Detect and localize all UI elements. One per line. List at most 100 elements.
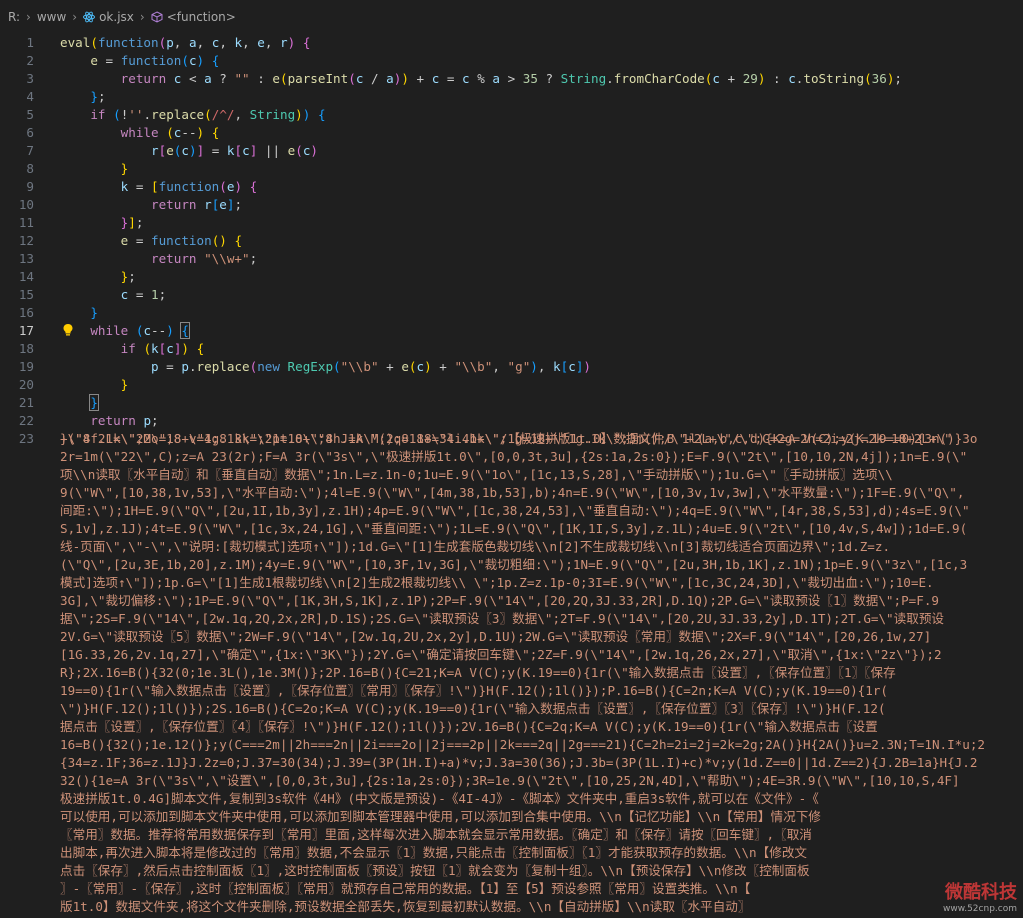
wrapped-line: +\"4f.1k\";2o=18+\"4g.1k\";2p=18+\"4h.1k… [60, 431, 978, 446]
line-number: 16 [18, 305, 34, 320]
wrapped-line: 可以使用,可以添加到脚本文件夹中使用,可以添加到脚本管理器中使用,可以添加到合集… [60, 809, 821, 824]
wrapped-line: 〗-〖常用〗-〖保存〗,这时〖控制面板〗〖常用〗就预存自己常用的数据。【1】至【… [60, 881, 751, 896]
code-line[interactable]: 18 if (k[c]) { [0, 340, 1023, 358]
code-line[interactable]: 21 } [0, 394, 1023, 412]
code-line[interactable]: 11 }]; [0, 214, 1023, 232]
code-text: e = function() { [120, 233, 243, 248]
wrapped-code-lines: +\"4f.1k\";2o=18+\"4g.1k\";2p=18+\"4h.1k… [60, 430, 1023, 916]
wrapped-line: 3G],\"裁切偏移:\");1P=E.9(\"Q\",[1K,3H,S,1K]… [60, 593, 940, 608]
line-number: 11 [18, 215, 34, 230]
wrapped-line: 32(){1e=A 3r(\"3s\",\"设置\",[0,0,3t,3u],{… [60, 773, 960, 788]
code-line[interactable]: 6 while (c--) { [0, 124, 1023, 142]
code-line[interactable]: 5 if (!''.replace(/^/, String)) { [0, 106, 1023, 124]
wrapped-line: 间距:\");1H=E.9(\"Q\",[2u,1I,1b,3y],z.1H);… [60, 503, 970, 518]
code-line[interactable]: 15 c = 1; [0, 286, 1023, 304]
code-text: return c < a ? "" : e(parseInt(c / a)) +… [120, 71, 903, 86]
lightbulb-icon[interactable] [62, 323, 74, 337]
code-line[interactable]: 19 p = p.replace(new RegExp("\\b" + e(c)… [0, 358, 1023, 376]
line-number: 4 [26, 89, 34, 104]
code-text: p = p.replace(new RegExp("\\b" + e(c) + … [151, 359, 592, 374]
breadcrumb-drive[interactable]: R: [8, 10, 20, 24]
code-line[interactable]: 22 return p; [0, 412, 1023, 430]
wrapped-line: 9(\"W\",[10,38,1v,53],\"水平自动:\");4l=E.9(… [60, 485, 965, 500]
code-text: } [120, 161, 129, 176]
code-text: }]; [120, 215, 144, 230]
code-text: return "\\w+"; [151, 251, 258, 266]
code-line[interactable]: 12 e = function() { [0, 232, 1023, 250]
code-text: while (c--) { [90, 322, 190, 339]
wrapped-line: 据\";2S=F.9(\"14\",[2w.1q,2Q,2x,2R],D.1S)… [60, 611, 945, 626]
code-line[interactable]: 13 return "\\w+"; [0, 250, 1023, 268]
line-number: 17 [18, 323, 34, 338]
wrapped-line: 点击〖保存〗,然后点击控制面板〖1〗,这时控制面板〖预设〗按钮〖1〗就会变为〖复… [60, 863, 810, 878]
chevron-right-icon: › [72, 10, 78, 24]
code-text: }; [90, 89, 106, 104]
line-number: 7 [26, 143, 34, 158]
wrapped-line: 2r=1m(\"22\",C);z=A 23(2r);F=A 3r(\"3s\"… [60, 449, 968, 464]
watermark: 微酷科技 www.52cnp.com [943, 878, 1017, 914]
code-line[interactable]: 7 r[e(c)] = k[c] || e(c) [0, 142, 1023, 160]
line-number: 20 [18, 377, 34, 392]
function-symbol-icon [151, 11, 163, 23]
line-number: 19 [18, 359, 34, 374]
code-line[interactable]: 9 k = [function(e) { [0, 178, 1023, 196]
code-text: while (c--) { [120, 125, 220, 140]
code-text: e = function(c) { [90, 53, 220, 68]
breadcrumb-folder[interactable]: www [37, 10, 66, 24]
code-text: } [89, 394, 99, 411]
code-text: return p; [90, 413, 159, 428]
code-line[interactable]: 14 }; [0, 268, 1023, 286]
react-file-icon [83, 11, 96, 23]
line-number: 8 [26, 161, 34, 176]
code-text: }; [120, 269, 136, 284]
code-line[interactable]: 1 eval(function(p, a, c, k, e, r) { [0, 34, 1023, 52]
line-number: 13 [18, 251, 34, 266]
line-number: 21 [18, 395, 34, 410]
wrapped-line: 出脚本,再次进入脚本将是修改过的〖常用〗数据,不会显示〖1〗数据,只能点击〖控制… [60, 845, 808, 860]
wrapped-line: 版1t.0】数据文件夹,将这个文件夹删除,预设数据全部丢失,恢复到最初默认数据。… [60, 899, 751, 914]
chevron-right-icon: › [26, 10, 31, 24]
line-number: 15 [18, 287, 34, 302]
wrapped-line: 项\\n读取〖水平自动〗和〖垂直自动〗数据\";1n.L=z.1n-0;1u=E… [60, 467, 893, 482]
code-text: } [120, 377, 129, 392]
watermark-url: www.52cnp.com [942, 904, 1017, 914]
code-text: } [90, 305, 98, 320]
chevron-right-icon: › [139, 10, 145, 24]
code-line[interactable]: 17 while (c--) { [0, 322, 1023, 340]
line-number: 6 [26, 125, 34, 140]
breadcrumb-symbol-label: <function> [166, 10, 236, 24]
code-line[interactable]: 16 } [0, 304, 1023, 322]
line-number: 23 [18, 431, 34, 446]
code-text: k = [function(e) { [120, 179, 258, 194]
line-number: 10 [18, 197, 34, 212]
code-line[interactable]: 20 } [0, 376, 1023, 394]
wrapped-line: [1G.33,26,2v.1q,27],\"确定\",{1x:\"3K\"});… [60, 647, 942, 662]
wrapped-line: 极速拼版1t.0.4G]脚本文件,复制到3s软件《4H》(中文版是预设)-《4I… [60, 791, 819, 806]
code-text: r[e(c)] = k[c] || e(c) [151, 143, 318, 158]
wrapped-line: R};2X.16=B(){32(0;1e.3L(),1e.3M()};2P.16… [60, 665, 896, 680]
code-line[interactable]: 4 }; [0, 88, 1023, 106]
code-line[interactable]: 3 return c < a ? "" : e(parseInt(c / a))… [0, 70, 1023, 88]
code-line[interactable]: 8 } [0, 160, 1023, 178]
wrapped-line: 〖常用〗数据。推荐将常用数据保存到〖常用〗里面,这样每次进入脚本就会显示常用数据… [60, 827, 812, 842]
line-number: 12 [18, 233, 34, 248]
line-number: 5 [26, 107, 34, 122]
wrapped-line: 19==0){1r(\"输入数据点击〖设置〗,〖保存位置〗〖常用〗〖保存〗!\"… [60, 683, 888, 698]
code-text: eval(function(p, a, c, k, e, r) { [60, 35, 311, 50]
line-number: 1 [26, 35, 34, 50]
breadcrumb: R: › www › ok.jsx › <function> [0, 0, 1023, 34]
wrapped-line: 线-页面\",\"-\",\"说明:[裁切模式]选项↑\"]);1d.G=\"[… [60, 539, 891, 554]
code-editor[interactable]: 1 eval(function(p, a, c, k, e, r) { 2 e =… [0, 34, 1023, 914]
code-line[interactable]: 2 e = function(c) { [0, 52, 1023, 70]
code-line[interactable]: 10 return r[e]; [0, 196, 1023, 214]
breadcrumb-file-label: ok.jsx [99, 10, 134, 24]
line-number: 3 [26, 71, 34, 86]
line-number: 18 [18, 341, 34, 356]
code-text: return r[e]; [151, 197, 243, 212]
wrapped-line: S,1v],z.1J);4t=E.9(\"W\",[1c,3x,24,1G],\… [60, 521, 968, 536]
breadcrumb-symbol[interactable]: <function> [151, 10, 236, 24]
line-number: 22 [18, 413, 34, 428]
breadcrumb-file[interactable]: ok.jsx [83, 10, 134, 24]
line-number: 2 [26, 53, 34, 68]
line-number: 14 [18, 269, 34, 284]
